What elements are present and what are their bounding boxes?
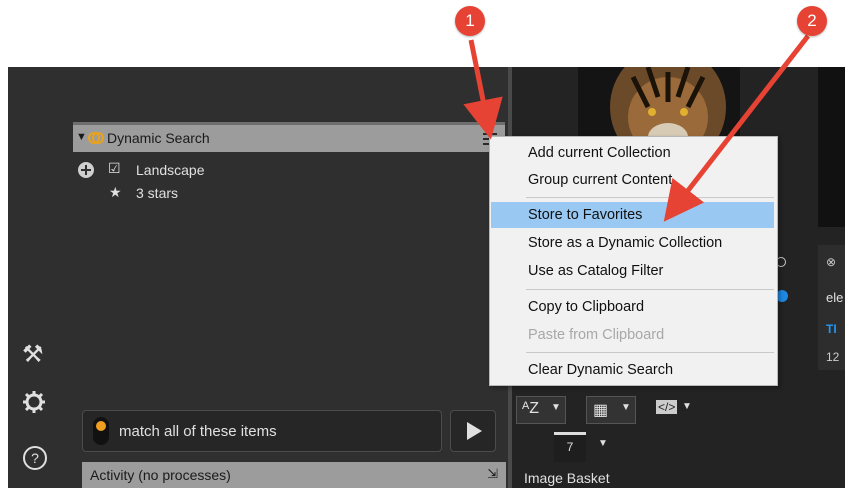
callout-badge-1: 1 (455, 6, 485, 36)
callout-arrows (463, 34, 810, 222)
arrow-1 (463, 39, 503, 140)
arrow-2 (663, 34, 810, 222)
callout-badge-2: 2 (797, 6, 827, 36)
